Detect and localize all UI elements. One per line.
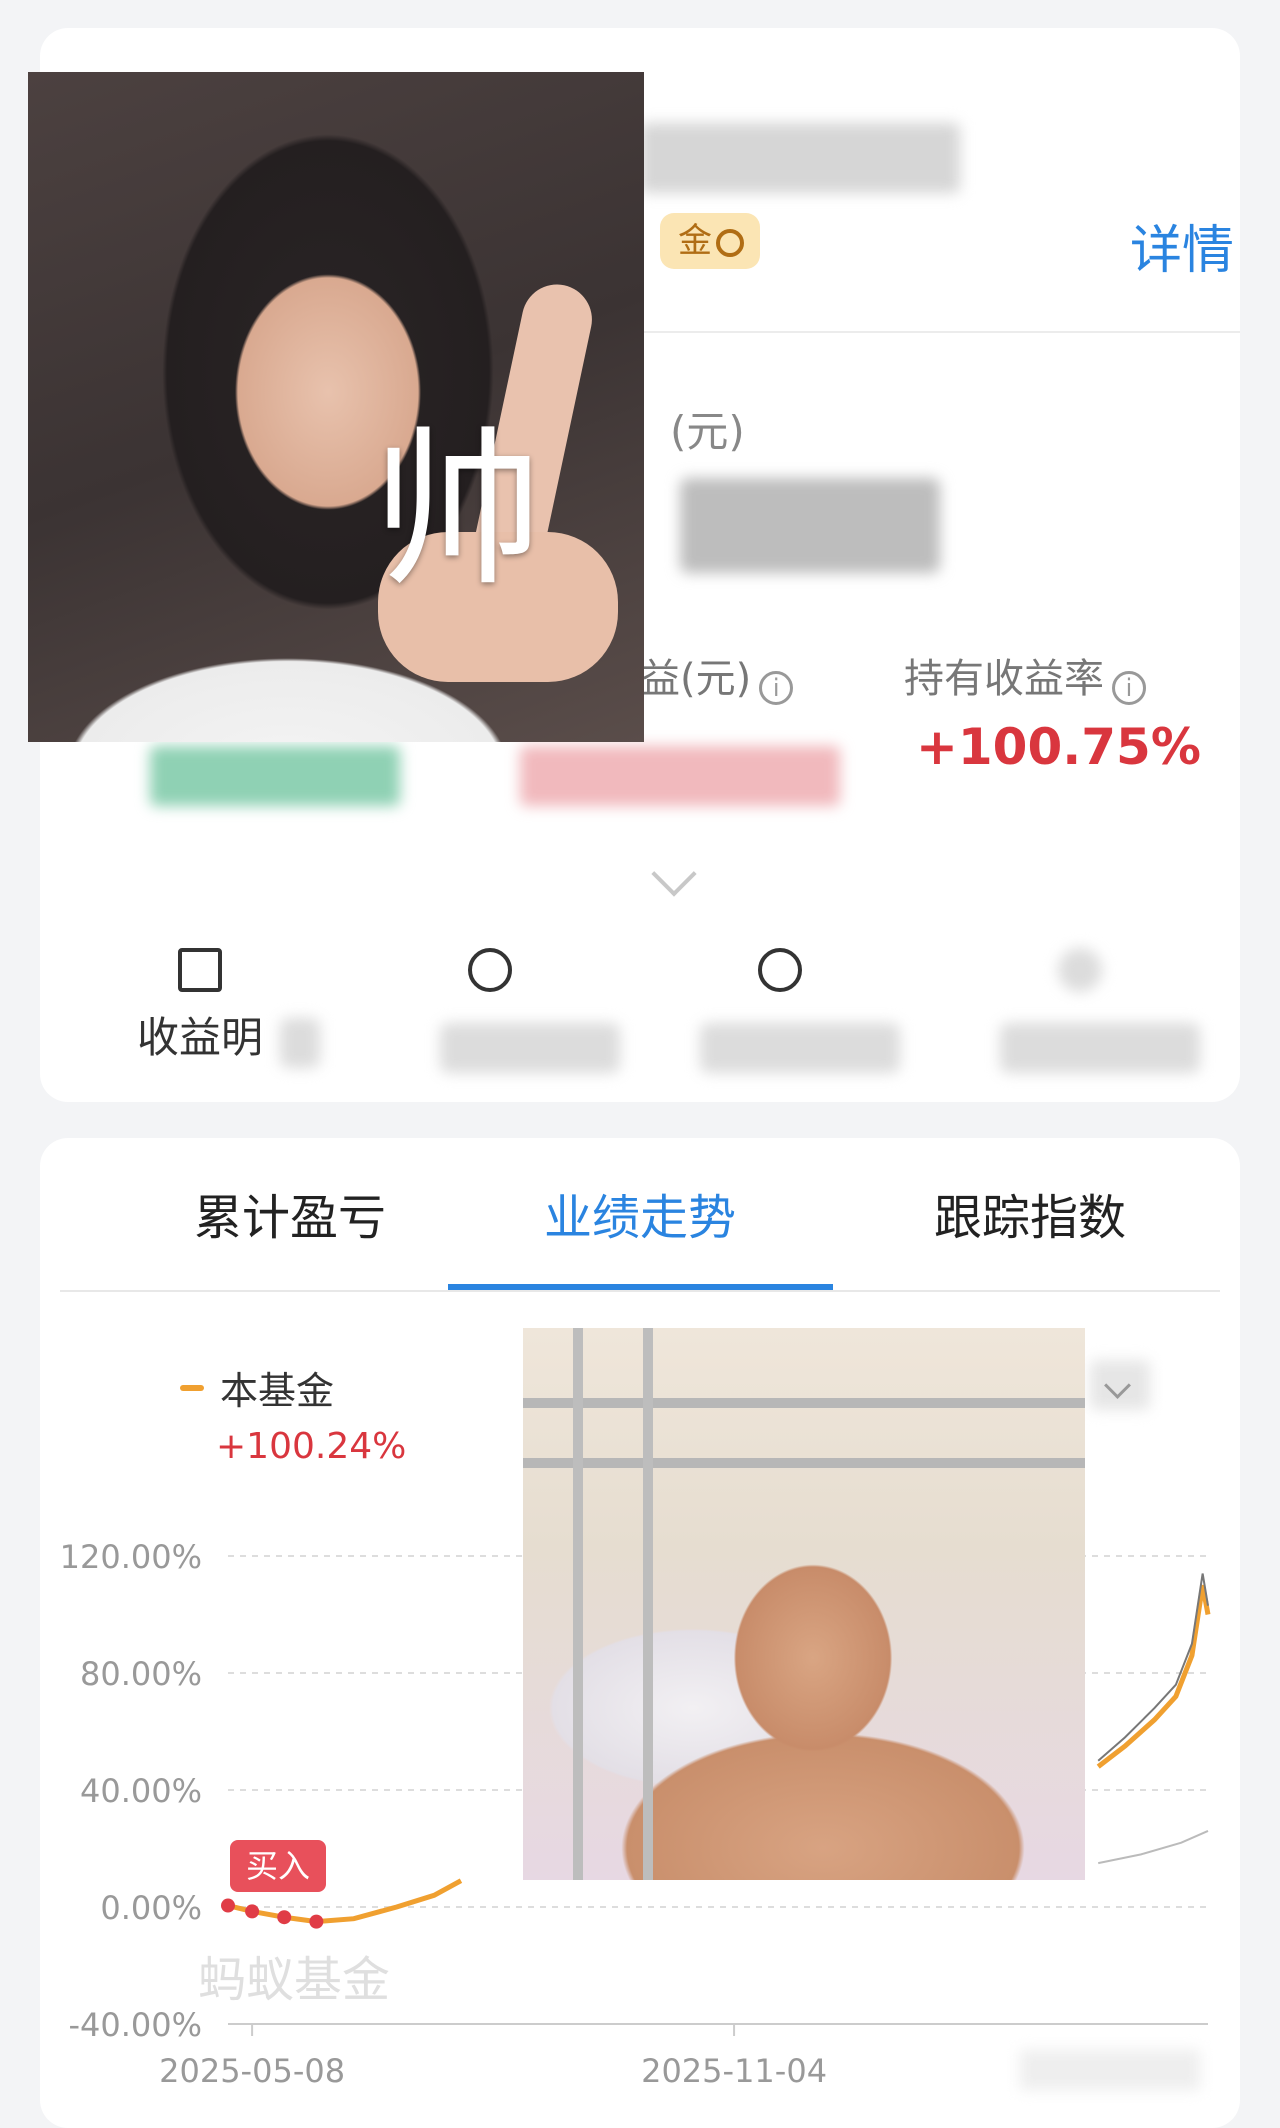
x-tick-label: 2025-05-08 — [159, 2052, 345, 2090]
buy-point[interactable] — [221, 1898, 235, 1913]
buy-marker-tag: 买入 — [230, 1840, 326, 1892]
y-tick-label: 40.00% — [80, 1772, 202, 1810]
watermark: 蚂蚁基金 — [198, 1952, 391, 2008]
series-line — [1097, 1573, 1209, 1762]
buy-point[interactable] — [245, 1904, 260, 1919]
buy-point[interactable] — [277, 1910, 292, 1925]
y-tick-label: -40.00% — [68, 2006, 202, 2044]
y-tick-label: 120.00% — [60, 1538, 202, 1576]
buy-point[interactable] — [309, 1914, 324, 1929]
x-tick-label: 2025-11-04 — [641, 2052, 827, 2090]
y-tick-label: 80.00% — [80, 1655, 202, 1693]
series-line — [1096, 1584, 1211, 1769]
y-tick-label: 0.00% — [100, 1889, 202, 1927]
overlay-photo-man — [523, 1328, 1085, 1880]
bottom-blurred-text — [1020, 2050, 1200, 2090]
series-line — [1098, 1830, 1209, 1865]
